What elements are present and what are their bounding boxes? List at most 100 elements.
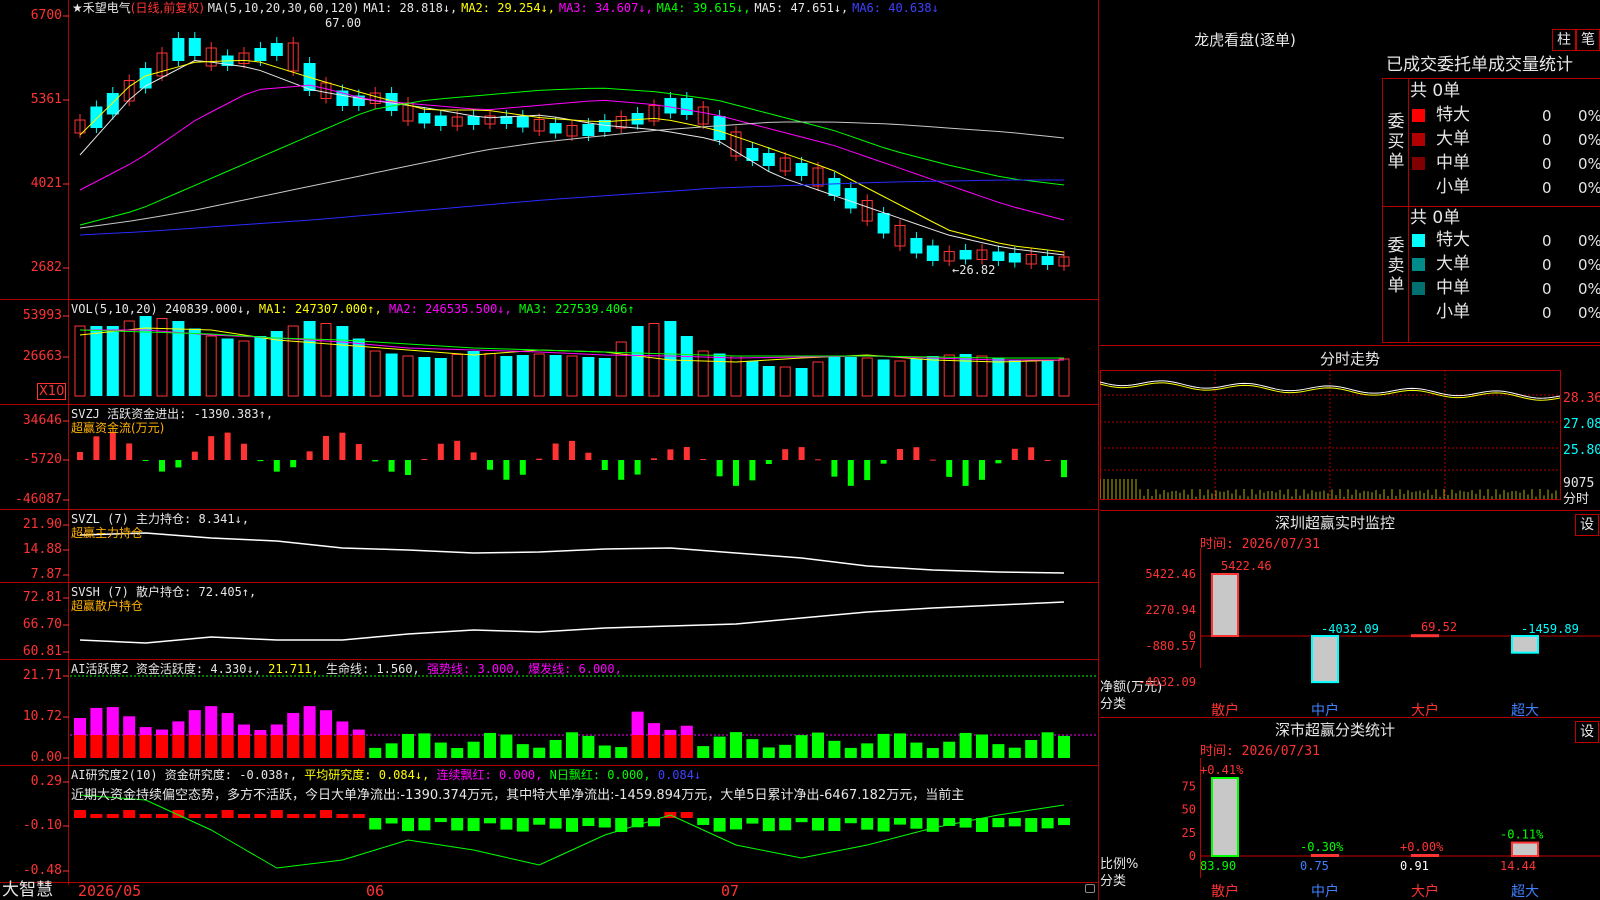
flow-bar: [503, 460, 510, 480]
star-icon: ★: [72, 1, 83, 15]
research-bar: [516, 818, 529, 832]
order-count: 0: [1542, 179, 1552, 197]
activity-bar: [713, 736, 726, 758]
flow-bar: [290, 460, 297, 468]
order-stats-tab[interactable]: 已成交委托单成交量统计: [1386, 55, 1600, 75]
activity-base: [221, 735, 234, 758]
volume-bar: [713, 353, 726, 396]
activity-base: [188, 735, 201, 758]
ai1-v4: 强势线: 3.000,: [427, 662, 521, 676]
ma3-value: MA3: 34.607↓,: [558, 1, 653, 15]
candle: [877, 213, 890, 234]
flow-bar: [159, 460, 165, 472]
research-bar: [1041, 818, 1054, 829]
activity-base: [352, 735, 365, 758]
flow-bar: [847, 460, 854, 486]
candle: [664, 98, 677, 114]
lock-icon[interactable]: [1085, 884, 1095, 893]
monitor-bar: [1311, 635, 1339, 684]
ai2-axis-label: -0.10: [22, 818, 62, 833]
stock-name[interactable]: 禾望电气: [83, 1, 131, 15]
intraday-title: 分时走势: [1319, 350, 1380, 368]
period-label[interactable]: (日线,前复权): [131, 1, 204, 15]
flow-bar: [716, 460, 723, 477]
volume-bar: [582, 357, 595, 396]
classify-settings-button[interactable]: 设: [1575, 721, 1599, 743]
research-bar: [270, 810, 283, 818]
activity-base: [74, 735, 86, 758]
monitor-category: 中户: [1311, 702, 1339, 718]
research-bar: [992, 818, 1005, 828]
research-bar: [1058, 818, 1070, 826]
research-bar: [106, 814, 119, 818]
price-axis-label: 5361: [30, 92, 62, 107]
volume-bar: [221, 338, 234, 396]
ai1-v5: 爆发线: 6.000,: [528, 662, 622, 676]
volume-bar: [402, 355, 414, 397]
order-type: 特大: [1436, 230, 1470, 250]
flow-bar: [355, 444, 362, 460]
volume-bar: [631, 326, 644, 396]
volume-bar: [697, 350, 709, 397]
volume-bar: [943, 354, 955, 397]
volume-bar: [1008, 359, 1021, 396]
activity-base: [172, 735, 185, 758]
flow-bar: [667, 449, 674, 460]
date-label: 07: [721, 882, 740, 900]
main-chart[interactable]: [0, 0, 1100, 900]
research-bar: [795, 818, 808, 823]
research-bar: [139, 814, 152, 818]
flow-bar: [208, 436, 215, 460]
research-bar: [402, 818, 414, 832]
monitor-axis-label: 5422.46: [1145, 567, 1196, 581]
price-high-marker: 67.00: [325, 16, 362, 30]
order-row: 中单 0 0%: [1410, 278, 1600, 300]
flow-bar: [93, 436, 100, 460]
activity-base: [254, 735, 267, 758]
tick-mode-button[interactable]: 笔: [1576, 29, 1600, 51]
vol-unit-button[interactable]: X10: [37, 383, 67, 400]
research-bar: [1025, 818, 1038, 832]
flow-bar: [798, 447, 805, 460]
intraday-chart[interactable]: [1100, 370, 1600, 510]
flow-bar: [1028, 447, 1035, 460]
volume-bar: [74, 325, 86, 397]
candle: [762, 153, 775, 166]
flow-bar: [831, 460, 838, 477]
research-bar: [844, 818, 857, 824]
ma2-value: MA2: 29.254↓,: [461, 1, 556, 15]
vol-ma1: MA1: 247307.000↑,: [258, 302, 382, 316]
research-bar: [188, 814, 201, 818]
order-color-swatch: [1412, 157, 1425, 170]
vol-axis-label: 53993: [22, 308, 62, 323]
vol-axis-label: 26663: [22, 349, 62, 364]
order-percent: 0%: [1578, 280, 1600, 298]
bar-mode-button[interactable]: 柱: [1552, 29, 1576, 51]
volume-bar: [566, 355, 578, 397]
monitor-bar-value: -1459.89: [1521, 622, 1579, 636]
research-bar: [910, 818, 923, 829]
monitor-settings-button[interactable]: 设: [1575, 514, 1599, 536]
flow-bar: [897, 448, 903, 460]
candle: [106, 93, 119, 115]
candle: [1041, 256, 1054, 265]
research-bar: [648, 818, 660, 827]
candle: [434, 115, 447, 126]
candle: [467, 116, 480, 125]
volume-bar: [779, 366, 791, 397]
flow-bar: [733, 460, 739, 486]
sell-total: 共 0单: [1410, 208, 1461, 228]
research-bar: [680, 812, 693, 818]
volume-bar: [1025, 360, 1037, 397]
order-color-swatch: [1412, 306, 1425, 319]
ai2-v5: 0.084↓: [657, 768, 702, 782]
vol-ma2: MA2: 246535.500↓,: [388, 302, 512, 316]
candle: [910, 238, 923, 254]
classify-category: 散户: [1211, 883, 1239, 900]
activity-bar: [746, 739, 759, 758]
svzj-label: SVZJ 活跃资金进出: -1390.383↑,: [71, 407, 274, 421]
research-bar: [90, 814, 103, 818]
retail-holding-line: [79, 601, 1065, 644]
research-bar: [254, 814, 267, 818]
volume-bar: [352, 338, 365, 396]
